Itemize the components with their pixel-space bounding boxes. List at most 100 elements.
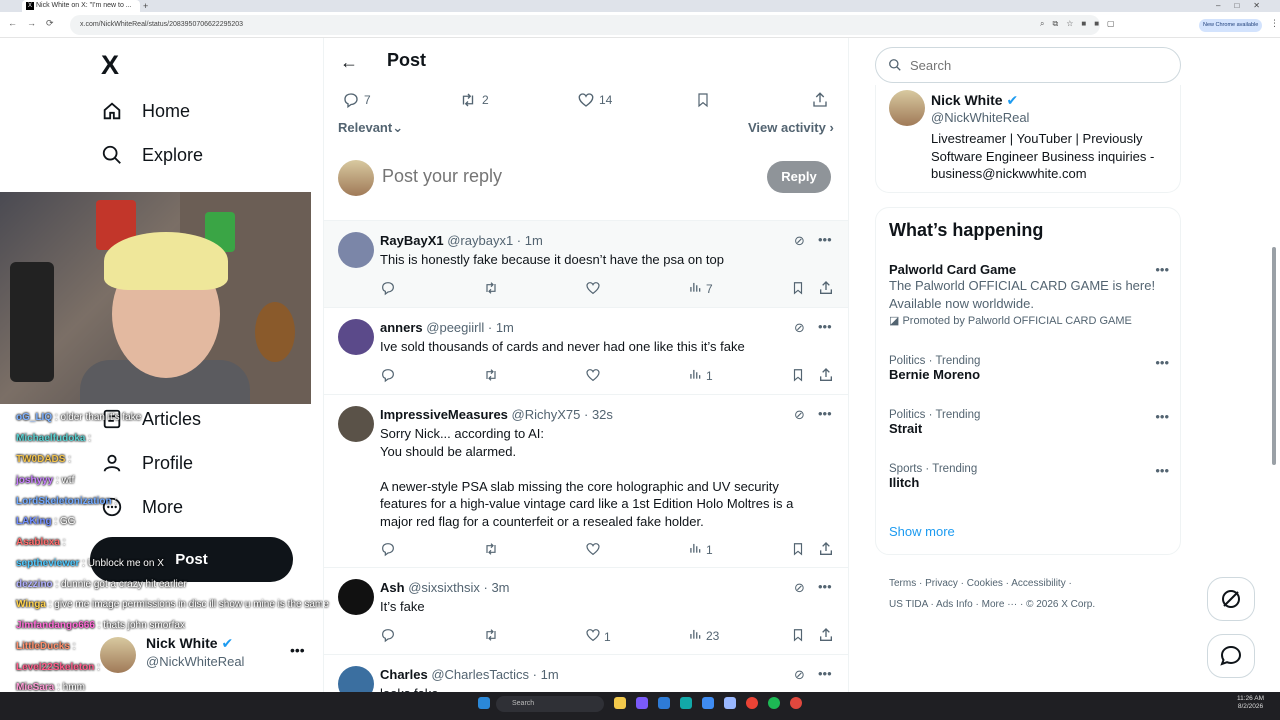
share-icon[interactable] [818, 367, 834, 383]
account-more-icon[interactable]: ••• [290, 642, 305, 658]
app-icon[interactable] [636, 697, 648, 709]
bookmark-icon[interactable] [791, 367, 805, 383]
profile-card-avatar[interactable] [889, 90, 925, 126]
nav-item-explore[interactable]: Explore [100, 135, 203, 175]
profile-card-name[interactable]: Nick White ✔ [931, 92, 1018, 109]
reply-author-handle[interactable]: @RichyX75 [512, 407, 581, 422]
obs-icon[interactable] [790, 697, 802, 709]
repost-count-button[interactable]: 2 [458, 91, 489, 109]
like-button[interactable]: 1 [585, 627, 611, 646]
footer-line[interactable]: Terms · Privacy · Cookies · Accessibilit… [889, 573, 1169, 594]
trend-more-icon[interactable]: ••• [1155, 355, 1169, 370]
reply-author-name[interactable]: RayBayX1 [380, 233, 444, 248]
reply-tweet[interactable]: ImpressiveMeasures @RichyX75 · 32s ⊘ ••• So… [324, 394, 848, 567]
reply-timestamp[interactable]: 1m [496, 320, 514, 335]
bookmark-icon[interactable] [791, 627, 805, 643]
reply-button[interactable]: Reply [767, 161, 831, 193]
browser-menu-icon[interactable]: ⋮ [1270, 18, 1279, 29]
reply-timestamp[interactable]: 1m [525, 233, 543, 248]
chrome-icon[interactable] [746, 697, 758, 709]
edge-browser-icon[interactable] [680, 697, 692, 709]
reply-more-icon[interactable]: ••• [818, 406, 832, 421]
footer-links[interactable]: Terms · Privacy · Cookies · Accessibilit… [889, 573, 1169, 615]
app-icon[interactable] [658, 697, 670, 709]
reply-author-handle[interactable]: @peegiirll [426, 320, 484, 335]
like-button[interactable] [585, 280, 604, 299]
reply-button[interactable] [380, 367, 396, 386]
browser-nav-buttons[interactable]: ←→⟳ [8, 18, 64, 29]
grok-explain-icon[interactable]: ⊘ [794, 407, 805, 423]
taskbar-clock[interactable]: 11:26 AM 8/2/2026 [1237, 695, 1264, 711]
back-arrow-icon[interactable]: ← [340, 52, 358, 73]
reply-author-name[interactable]: Charles [380, 667, 428, 682]
show-more-link[interactable]: Show more [889, 524, 955, 539]
extension-icons[interactable]: ⌕⧉☆■■▢ [1040, 19, 1123, 29]
grok-explain-icon[interactable]: ⊘ [794, 580, 805, 596]
like-button[interactable] [585, 367, 604, 386]
search-input[interactable] [910, 57, 1150, 73]
reply-author-name[interactable]: Ash [380, 580, 405, 595]
reply-more-icon[interactable]: ••• [818, 232, 832, 247]
footer-line[interactable]: US TIDA · Ads Info · More ··· · © 2026 X… [889, 594, 1169, 615]
grok-explain-icon[interactable]: ⊘ [794, 233, 805, 249]
file-explorer-icon[interactable] [614, 697, 626, 709]
repost-button[interactable] [482, 367, 500, 386]
views-button[interactable]: 23 [688, 627, 719, 644]
x-logo[interactable]: X [101, 50, 119, 81]
search-box[interactable] [875, 47, 1181, 83]
share-icon[interactable] [811, 91, 833, 109]
reply-button[interactable] [380, 280, 396, 299]
reply-avatar[interactable] [338, 319, 374, 355]
views-button[interactable]: 1 [688, 541, 713, 558]
taskbar-search[interactable]: Search [496, 696, 604, 712]
spotify-icon[interactable] [768, 697, 780, 709]
page-scrollbar[interactable] [1272, 247, 1276, 465]
reply-tweet[interactable]: RayBayX1 @raybayx1 · 1m ⊘ ••• This is hones… [324, 220, 848, 307]
trend-more-icon[interactable]: ••• [1155, 262, 1169, 277]
reply-tweet[interactable]: Ash @sixsixthsix · 3m ⊘ ••• It’s fake 1 23 [324, 567, 848, 654]
trend-item[interactable]: Sports · Trending Ilitch ••• [889, 463, 1169, 490]
bookmark-icon[interactable] [695, 91, 715, 109]
like-count-button[interactable]: 14 [577, 91, 612, 109]
repost-button[interactable] [482, 280, 500, 299]
repost-button[interactable] [482, 541, 500, 560]
chrome-update-badge[interactable]: New Chrome available [1199, 19, 1263, 32]
reply-more-icon[interactable]: ••• [818, 666, 832, 681]
reply-avatar[interactable] [338, 406, 374, 442]
reply-timestamp[interactable]: 32s [592, 407, 613, 422]
nav-item-profile[interactable]: Profile [100, 443, 193, 483]
reply-avatar[interactable] [338, 232, 374, 268]
reply-author-name[interactable]: ImpressiveMeasures [380, 407, 508, 422]
start-menu-icon[interactable] [478, 697, 490, 709]
reply-timestamp[interactable]: 3m [491, 580, 509, 595]
reply-input[interactable] [382, 166, 742, 187]
trend-more-icon[interactable]: ••• [1155, 409, 1169, 424]
grok-explain-icon[interactable]: ⊘ [794, 320, 805, 336]
reply-author-name[interactable]: anners [380, 320, 423, 335]
grok-explain-icon[interactable]: ⊘ [794, 667, 805, 683]
reply-button[interactable] [380, 541, 396, 560]
window-controls[interactable]: –□✕ [1216, 0, 1274, 12]
trend-item[interactable]: Politics · Trending Bernie Moreno ••• [889, 355, 1169, 382]
repost-button[interactable] [482, 627, 500, 646]
app-icon[interactable] [724, 697, 736, 709]
like-button[interactable] [585, 541, 604, 560]
bookmark-icon[interactable] [791, 280, 805, 296]
trend-more-icon[interactable]: ••• [1155, 463, 1169, 478]
views-button[interactable]: 7 [688, 280, 713, 297]
browser-tab[interactable]: X Nick White on X: "I'm new to ... [22, 0, 140, 12]
reply-more-icon[interactable]: ••• [818, 319, 832, 334]
reply-more-icon[interactable]: ••• [818, 579, 832, 594]
reply-author-handle[interactable]: @raybayx1 [447, 233, 513, 248]
account-avatar[interactable] [100, 637, 136, 673]
nav-item-home[interactable]: Home [100, 91, 190, 131]
trend-item[interactable]: Politics · Trending Strait ••• [889, 409, 1169, 436]
reply-avatar[interactable] [338, 579, 374, 615]
account-name[interactable]: Nick White ✔ [146, 635, 233, 652]
views-button[interactable]: 1 [688, 367, 713, 384]
reply-timestamp[interactable]: 1m [541, 667, 559, 682]
view-activity-link[interactable]: View activity › [748, 120, 834, 135]
trend-item[interactable]: Palworld Card Game The Palworld OFFICIAL … [889, 262, 1169, 327]
reply-tweet[interactable]: anners @peegiirll · 1m ⊘ ••• Ive sold thous… [324, 307, 848, 394]
bookmark-icon[interactable] [791, 541, 805, 557]
